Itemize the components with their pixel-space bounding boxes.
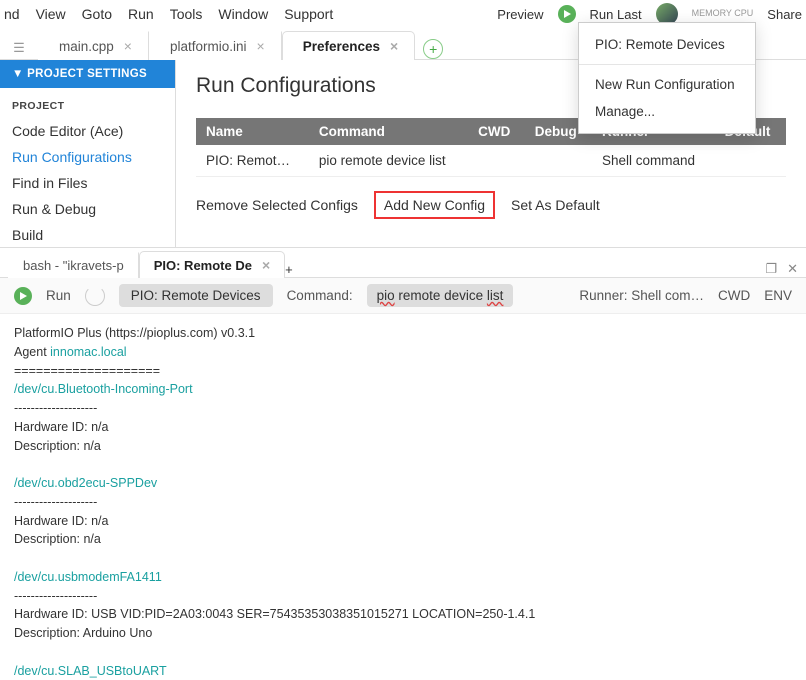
menu-item-tools[interactable]: Tools — [170, 2, 203, 26]
col-name: Name — [196, 118, 309, 145]
cell-default — [715, 145, 786, 177]
tab-main-cpp[interactable]: main.cpp × — [38, 31, 149, 60]
cell-debug — [525, 145, 592, 177]
runner-bar: Run PIO: Remote Devices Command: pio rem… — [0, 278, 806, 314]
menu-item-goto[interactable]: Goto — [82, 2, 112, 26]
tab-label: platformio.ini — [170, 39, 247, 54]
close-panel-icon[interactable]: ✕ — [787, 261, 798, 277]
tab-label: main.cpp — [59, 39, 114, 54]
menu-item-view[interactable]: View — [36, 2, 66, 26]
sidebar-item-run-debug[interactable]: Run & Debug — [0, 196, 175, 222]
dropdown-item-remote-devices[interactable]: PIO: Remote Devices — [579, 31, 755, 58]
add-tab-button[interactable]: + — [423, 39, 443, 59]
menu-item-window[interactable]: Window — [218, 2, 268, 26]
col-command: Command — [309, 118, 468, 145]
col-cwd: CWD — [468, 118, 525, 145]
cpu-label: CPU — [734, 8, 753, 18]
menu-item[interactable]: nd — [4, 2, 20, 26]
cwd-button[interactable]: CWD — [718, 288, 750, 303]
tab-label: Preferences — [303, 39, 380, 54]
run-icon[interactable] — [558, 5, 576, 23]
preview-button[interactable]: Preview — [497, 7, 543, 22]
close-icon[interactable]: × — [124, 38, 132, 54]
project-settings-header[interactable]: ▼ PROJECT SETTINGS — [0, 60, 175, 88]
runner-selector[interactable]: Runner: Shell com… — [579, 288, 704, 303]
add-new-config-button[interactable]: Add New Config — [374, 191, 495, 219]
cell-runner: Shell command — [592, 145, 715, 177]
terminal-output: PlatformIO Plus (https://pioplus.com) v0… — [0, 314, 806, 680]
divider — [579, 64, 755, 65]
tab-bash[interactable]: bash - "ikravets-p — [8, 252, 139, 278]
menu-item-run[interactable]: Run — [128, 2, 154, 26]
cell-name: PIO: Remot… — [196, 145, 309, 177]
command-input[interactable]: pio remote device list — [367, 284, 514, 307]
device-path: /dev/cu.Bluetooth-Incoming-Port — [14, 382, 193, 396]
tab-platformio-ini[interactable]: platformio.ini × — [149, 31, 282, 60]
maximize-icon[interactable]: ❐ — [765, 261, 777, 277]
table-actions: Remove Selected Configs Add New Config S… — [196, 191, 786, 219]
memory-label: MEMORY — [692, 8, 732, 18]
close-icon[interactable]: × — [390, 38, 398, 54]
settings-sidebar: ▼ PROJECT SETTINGS PROJECT Code Editor (… — [0, 60, 176, 247]
tab-pio-remote[interactable]: PIO: Remote De × — [139, 251, 285, 278]
dropdown-item-manage[interactable]: Manage... — [579, 98, 755, 125]
share-button[interactable]: Share — [767, 7, 802, 22]
cell-cwd — [468, 145, 525, 177]
table-row[interactable]: PIO: Remot… pio remote device list Shell… — [196, 145, 786, 177]
console-tabs: bash - "ikravets-p PIO: Remote De × + ❐ ✕ — [0, 248, 806, 278]
add-console-tab-button[interactable]: + — [285, 262, 293, 277]
run-last-button[interactable]: Run Last — [590, 7, 642, 22]
close-icon[interactable]: × — [262, 257, 270, 273]
sidebar-item-build[interactable]: Build — [0, 222, 175, 247]
sidebar-item-find-in-files[interactable]: Find in Files — [0, 170, 175, 196]
cell-command: pio remote device list — [309, 145, 468, 177]
run-label[interactable]: Run — [46, 288, 71, 303]
device-path: /dev/cu.usbmodemFA1411 — [14, 570, 162, 584]
run-dropdown: PIO: Remote Devices New Run Configuratio… — [578, 22, 756, 134]
tab-preferences[interactable]: Preferences × — [282, 31, 416, 60]
tab-label: PIO: Remote De — [154, 258, 252, 273]
dropdown-item-new-run-config[interactable]: New Run Configuration — [579, 71, 755, 98]
device-path: /dev/cu.obd2ecu-SPPDev — [14, 476, 157, 490]
sidebar-item-run-configurations[interactable]: Run Configurations — [0, 144, 175, 170]
env-button[interactable]: ENV — [764, 288, 792, 303]
runner-chip[interactable]: PIO: Remote Devices — [119, 284, 273, 307]
remove-configs-button[interactable]: Remove Selected Configs — [196, 197, 358, 213]
run-icon[interactable] — [14, 287, 32, 305]
restart-icon[interactable] — [85, 286, 105, 306]
set-default-button[interactable]: Set As Default — [511, 197, 600, 213]
section-label: PROJECT — [0, 88, 175, 118]
command-label: Command: — [287, 288, 353, 303]
tab-label: bash - "ikravets-p — [23, 258, 124, 273]
menu-item-support[interactable]: Support — [284, 2, 333, 26]
close-icon[interactable]: × — [257, 38, 265, 54]
device-path: /dev/cu.SLAB_USBtoUART — [14, 664, 167, 678]
tabs-menu-icon[interactable]: ☰ — [8, 37, 30, 59]
resource-meter: MEMORY CPU — [692, 9, 754, 19]
sidebar-item-code-editor[interactable]: Code Editor (Ace) — [0, 118, 175, 144]
